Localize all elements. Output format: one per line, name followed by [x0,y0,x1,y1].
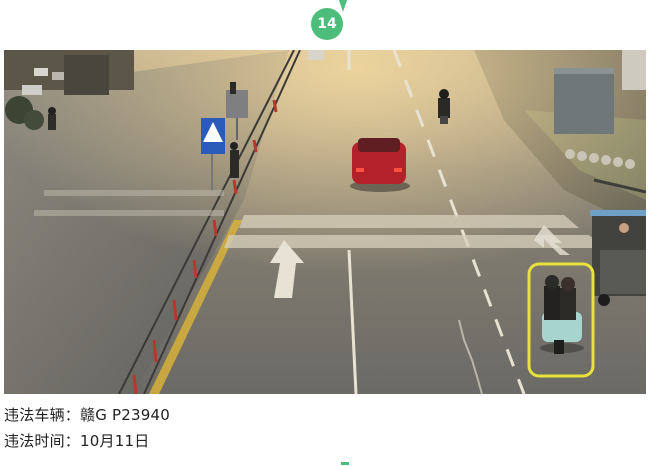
time-label: 违法时间： [4,432,81,450]
badge-pointer [339,0,347,12]
violation-vehicle-caption: 违法车辆：赣G P23940 [4,404,170,425]
distant-car [308,50,324,60]
page-number-badge: 14 [311,8,343,40]
vehicle-label: 违法车辆： [4,406,81,424]
electric-tricycle [590,210,646,306]
parked-truck [622,50,646,90]
roadside-kiosk [554,68,614,134]
violation-time-caption: 违法时间：10月11日 [4,430,149,451]
cyclist-left [48,107,56,130]
violation-date: 10月11日 [80,432,150,450]
vehicle-plate: 赣G P23940 [80,406,170,424]
bottom-divider-mark [341,462,349,465]
pedestrian-median [230,142,239,178]
road-scene [4,50,646,394]
pedestrian-far [230,82,236,94]
red-car [350,138,410,192]
traffic-camera-photo [4,50,646,394]
bus-shelter [64,55,109,95]
